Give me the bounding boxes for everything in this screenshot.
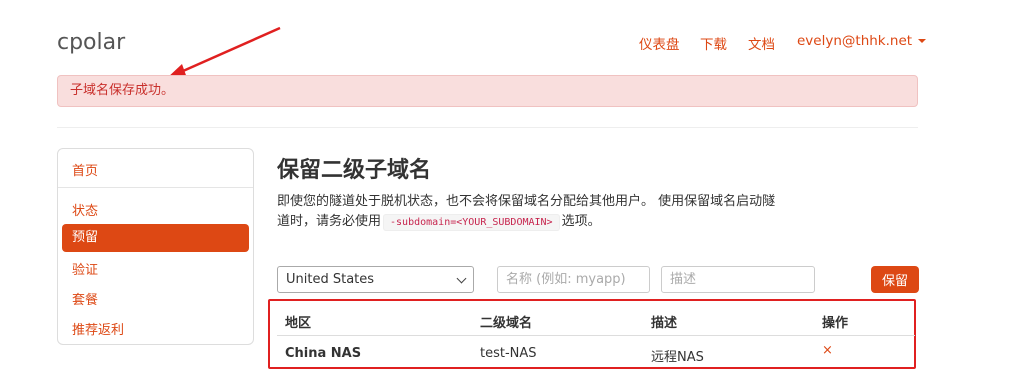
col-header-description: 描述 [651,316,678,331]
table-header-divider [277,335,915,336]
user-email: evelyn@thhk.net [797,33,913,49]
user-menu[interactable]: evelyn@thhk.net [797,33,927,49]
delete-icon[interactable]: × [822,343,833,358]
col-header-action: 操作 [822,316,849,331]
page-description: 即使您的隧道处于脱机状态，也不会将保留域名分配给其他用户。 使用保留域名启动隧道… [277,192,787,233]
annotation-highlight-box [268,299,916,369]
header-divider [57,127,918,128]
caret-down-icon [918,39,927,43]
region-select-value: United States [286,272,375,287]
sidebar-item-status[interactable]: 状态 [72,200,98,219]
nav-download[interactable]: 下载 [700,33,727,53]
sidebar-item-home[interactable]: 首页 [72,160,98,179]
sidebar-item-verify[interactable]: 验证 [72,259,98,278]
cell-description: 远程NAS [651,350,704,365]
nav-docs[interactable]: 文档 [748,33,775,53]
cell-subdomain: test-NAS [480,346,537,361]
reserve-button[interactable]: 保留 [871,266,919,293]
sidebar-item-referral[interactable]: 推荐返利 [72,319,124,338]
nav-dashboard[interactable]: 仪表盘 [639,33,680,53]
sidebar-item-reserved[interactable]: 预留 [62,224,249,252]
col-header-region: 地区 [285,316,312,331]
sidebar-divider [58,187,253,188]
region-select[interactable]: United States [277,266,474,293]
desc-text-after: 选项。 [561,214,601,229]
page-title: 保留二级子域名 [277,158,432,183]
sidebar: 首页 状态 预留 验证 套餐 推荐返利 [57,148,254,345]
subdomain-name-input[interactable] [497,266,650,293]
cell-region: China NAS [285,346,362,361]
description-input[interactable] [661,266,815,293]
success-alert: 子域名保存成功。 [57,75,918,107]
col-header-subdomain: 二级域名 [480,316,533,331]
subdomain-option-code: -subdomain=<YOUR_SUBDOMAIN> [383,214,560,231]
alert-message: 子域名保存成功。 [70,83,175,98]
brand-logo[interactable]: cpolar [57,30,125,55]
sidebar-item-plan[interactable]: 套餐 [72,289,98,308]
chevron-down-icon [456,273,467,284]
